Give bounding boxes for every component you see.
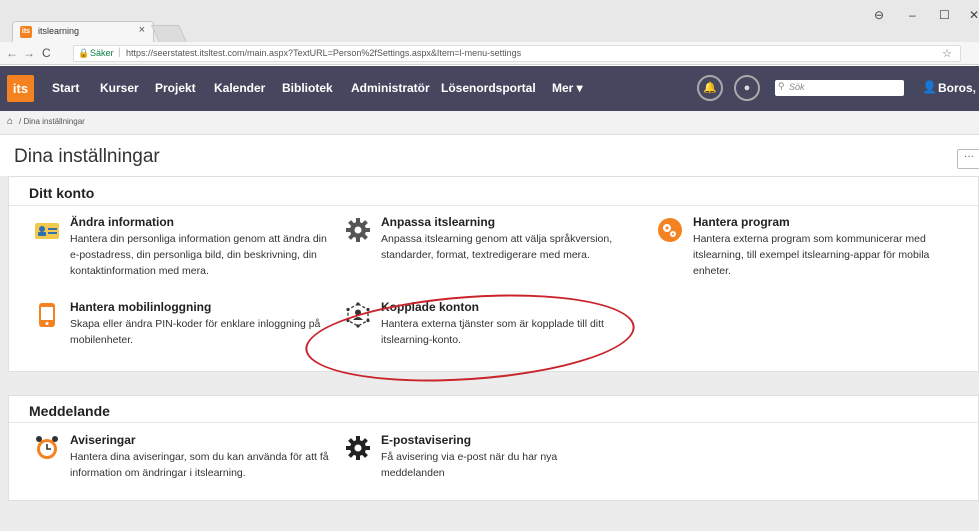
search-placeholder: Sök	[789, 82, 805, 92]
user-menu[interactable]: Boros, Tomi	[938, 81, 979, 95]
reload-button[interactable]: C	[42, 46, 51, 60]
nav-losenordsportal[interactable]: Lösenordsportal	[441, 81, 536, 95]
forward-button[interactable]: →	[23, 46, 35, 60]
section-divider	[9, 205, 979, 206]
item-description: Få avisering via e-post när du har nya m…	[381, 451, 558, 479]
user-icon: 👤	[922, 80, 937, 94]
nav-kurser[interactable]: Kurser	[100, 81, 139, 95]
item-title: Ändra information	[70, 215, 174, 229]
notifications-bell-icon[interactable]: 🔔	[697, 75, 723, 101]
bookmark-star-icon[interactable]: ☆	[942, 47, 952, 60]
url-separator: |	[118, 47, 121, 58]
item-description: Hantera externa program som kommunicerar…	[693, 233, 930, 277]
maximize-button[interactable]: ☐	[939, 8, 950, 22]
url-text: https://seerstatest.itsltest.com/main.as…	[126, 48, 522, 58]
item-title: Anpassa itslearning	[381, 215, 496, 229]
item-title: Hantera mobilinloggning	[70, 300, 212, 314]
gears-icon	[658, 218, 682, 242]
item-title: E-postavisering	[381, 433, 472, 447]
gear-icon	[346, 218, 370, 242]
tab-close-button[interactable]: ×	[139, 24, 145, 36]
gear-icon	[346, 436, 370, 460]
itslearning-logo[interactable]: its	[7, 75, 34, 102]
browser-tab[interactable]: its itslearning ×	[12, 21, 154, 42]
nav-kalender[interactable]: Kalender	[214, 81, 265, 95]
new-tab-button[interactable]	[151, 25, 187, 42]
alarm-clock-icon	[36, 436, 58, 459]
tab-title: itslearning	[38, 26, 80, 36]
home-icon[interactable]: ⌂	[7, 116, 13, 127]
profile-icon[interactable]: ⊖	[874, 8, 884, 22]
item-description: Hantera dina aviseringar, som du kan anv…	[70, 451, 329, 479]
address-bar-row: ← → C 🔒 Säker | https://seerstatest.itsl…	[0, 42, 979, 65]
settings-item-hantera-program[interactable]: Hantera program Hantera externa program …	[657, 215, 967, 279]
breadcrumb: ⌂ / Dina inställningar	[0, 111, 979, 135]
settings-item-e-postavisering[interactable]: E-postavisering Få avisering via e-post …	[345, 433, 645, 483]
more-options-button[interactable]: ···	[957, 149, 979, 169]
item-description: Skapa eller ändra PIN-koder för enklare …	[70, 318, 321, 346]
close-window-button[interactable]: ✕	[969, 8, 979, 22]
search-icon: ⚲	[778, 81, 785, 91]
secure-label: Säker	[90, 48, 114, 58]
minimize-button[interactable]: –	[909, 8, 916, 22]
breadcrumb-text: / Dina inställningar	[19, 117, 85, 126]
item-title: Aviseringar	[70, 433, 136, 447]
browser-tabstrip: its itslearning × ⊖ – ☐ ✕	[0, 0, 979, 42]
lock-icon: 🔒	[78, 48, 90, 58]
nav-projekt[interactable]: Projekt	[155, 81, 196, 95]
section-title-ditt-konto: Ditt konto	[29, 185, 95, 201]
nav-mer[interactable]: Mer ▾	[552, 81, 583, 95]
nav-bibliotek[interactable]: Bibliotek	[282, 81, 333, 95]
id-card-icon	[35, 223, 59, 239]
item-title: Hantera program	[693, 215, 790, 229]
nav-administrator[interactable]: Administratör	[351, 81, 430, 95]
itslearning-favicon-icon: its	[20, 26, 32, 38]
mobile-icon	[39, 303, 55, 327]
item-description: Anpassa itslearning genom att välja språ…	[381, 233, 613, 261]
item-description: Hantera din personliga information genom…	[70, 233, 327, 277]
page-title: Dina inställningar	[14, 146, 160, 167]
settings-item-aviseringar[interactable]: Aviseringar Hantera dina aviseringar, so…	[34, 433, 334, 483]
settings-item-andra-information[interactable]: Ändra information Hantera din personliga…	[34, 215, 334, 279]
nav-start[interactable]: Start	[52, 81, 79, 95]
top-navigation: its Start Kurser Projekt Kalender Biblio…	[0, 66, 979, 111]
section-title-meddelande: Meddelande	[29, 403, 110, 419]
url-input[interactable]: 🔒 Säker | https://seerstatest.itsltest.c…	[73, 45, 961, 62]
settings-item-anpassa-itslearning[interactable]: Anpassa itslearning Anpassa itslearning …	[345, 215, 645, 265]
back-button[interactable]: ←	[6, 46, 18, 60]
settings-item-hantera-mobilinloggning[interactable]: Hantera mobilinloggning Skapa eller ändr…	[34, 300, 334, 350]
search-input[interactable]: ⚲ Sök	[775, 80, 904, 96]
messages-icon[interactable]: ●	[734, 75, 760, 101]
section-divider	[9, 422, 979, 423]
